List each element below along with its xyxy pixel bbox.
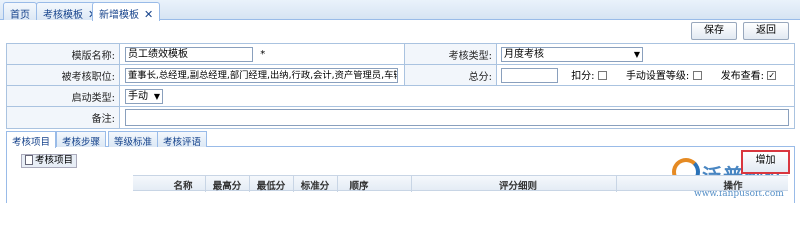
column-divider <box>337 176 338 192</box>
column-header-max[interactable]: 最高分 <box>209 178 245 192</box>
tab-home-label: 首页 <box>10 10 30 21</box>
column-header-name[interactable]: 名称 <box>163 178 203 192</box>
tab-assess-comments[interactable]: 考核评语 <box>157 131 208 148</box>
positions-input[interactable]: 董事长,总经理,副总经理,部门经理,出纳,行政,会计,资产管理员,车辆调度 <box>125 67 398 83</box>
column-divider <box>616 176 617 192</box>
manual-level-checkbox[interactable] <box>692 71 702 81</box>
column-divider <box>205 176 206 192</box>
manual-level-label: 手动设置等级: <box>625 70 690 82</box>
tree-item-label: 考核项目 <box>35 155 74 166</box>
template-name-input[interactable]: 员工绩效模板 <box>125 46 253 62</box>
publish-view-checkbox[interactable]: ✓ <box>767 71 777 81</box>
deduct-checkbox[interactable] <box>597 71 607 81</box>
start-type-value: 手动 <box>128 90 148 102</box>
column-header-actions[interactable]: 操作 <box>713 178 753 192</box>
tab-new-template-label: 新增模板 <box>99 10 139 21</box>
column-divider <box>249 176 250 192</box>
start-type-label: 启动类型: <box>6 85 120 107</box>
back-button[interactable]: 返回 <box>743 22 789 40</box>
positions-label: 被考核职位: <box>6 64 120 86</box>
template-name-label: 模版名称: <box>6 43 120 65</box>
document-icon <box>25 155 33 165</box>
column-header-standard[interactable]: 标准分 <box>297 178 333 192</box>
tab-home[interactable]: 首页 <box>3 2 37 21</box>
tab-new-template[interactable]: 新增模板 ✕ <box>92 2 161 21</box>
detail-tab-bar: 考核项目 考核步骤 等级标准 考核评语 <box>6 131 795 148</box>
tab-grade-standard[interactable]: 等级标准 <box>108 131 159 148</box>
publish-view-label: 发布查看: <box>720 70 765 82</box>
close-icon[interactable]: ✕ <box>144 9 153 20</box>
column-divider <box>293 176 294 192</box>
add-button[interactable]: 增加 <box>741 150 790 174</box>
tab-assess-items[interactable]: 考核项目 <box>6 131 57 148</box>
tree-item-assess-items[interactable]: 考核项目 <box>21 154 78 168</box>
total-score-input[interactable] <box>501 68 558 84</box>
column-header-scoring-rules[interactable]: 评分细则 <box>483 178 553 192</box>
top-tab-bar: 首页 考核模板 ✕ 新增模板 ✕ <box>0 0 800 21</box>
assess-type-label: 考核类型: <box>404 43 497 65</box>
remark-input[interactable] <box>125 109 789 126</box>
assess-type-select[interactable]: 月度考核 ▼ <box>501 46 643 62</box>
remark-label: 备注: <box>6 106 120 129</box>
chevron-down-icon: ▼ <box>633 49 640 59</box>
column-header-order[interactable]: 顺序 <box>341 178 377 192</box>
start-type-select[interactable]: 手动 ▼ <box>125 88 163 104</box>
template-form: 模版名称: 员工绩效模板 * 考核类型: 月度考核 ▼ 被考核职位: 董事长,总经… <box>6 43 795 129</box>
tab-assess-steps[interactable]: 考核步骤 <box>56 131 107 148</box>
save-button[interactable]: 保存 <box>691 22 737 40</box>
tab-assess-template-label: 考核模板 <box>43 10 83 21</box>
column-divider <box>411 176 412 192</box>
total-score-label: 总分: <box>404 64 497 86</box>
chevron-down-icon: ▼ <box>153 91 160 101</box>
column-header-min[interactable]: 最低分 <box>253 178 289 192</box>
required-mark: * <box>260 49 266 60</box>
deduct-label: 扣分: <box>571 70 595 82</box>
check-icon: ✓ <box>768 71 776 81</box>
items-grid-header: 名称 最高分 最低分 标准分 顺序 评分细则 操作 <box>133 175 788 192</box>
assess-type-value: 月度考核 <box>504 48 544 60</box>
